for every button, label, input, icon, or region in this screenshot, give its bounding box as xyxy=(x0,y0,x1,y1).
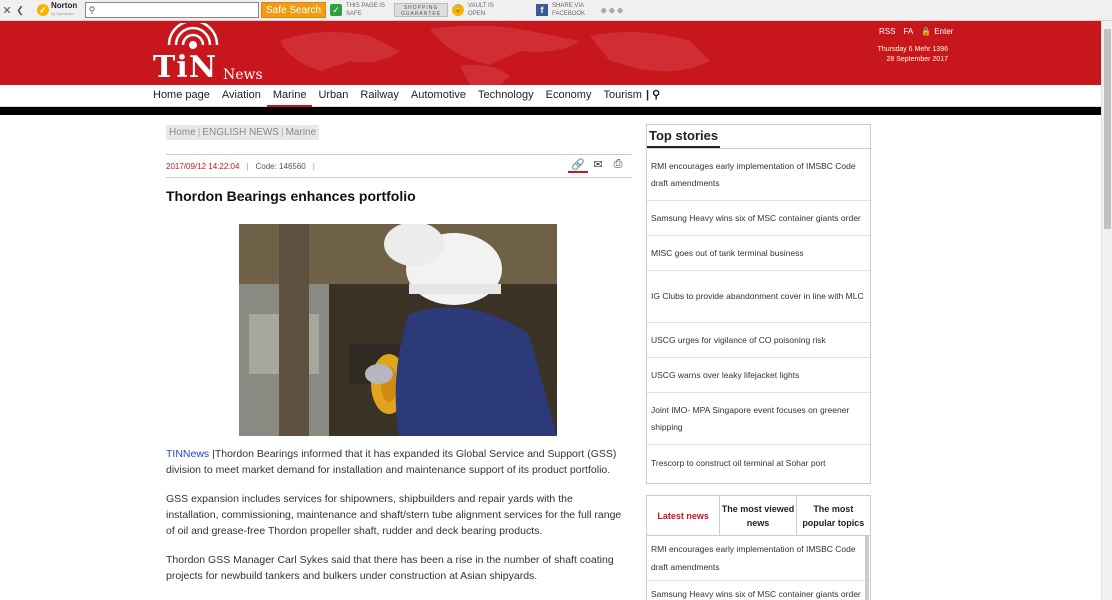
norton-check-icon: ✓ xyxy=(37,4,49,16)
top-story-item[interactable]: USCG warns over leaky lifejacket lights xyxy=(647,358,870,393)
safe-search-button[interactable]: Safe Search xyxy=(261,2,327,18)
article-body: TINNews |Thordon Bearings informed that … xyxy=(166,446,626,597)
nav-tourism[interactable]: Tourism xyxy=(597,85,644,107)
date-persian: Thursday 6 Mehr 1396 xyxy=(877,46,948,53)
search-icon: ⚲ xyxy=(88,4,96,15)
news-tabs-panel: Latest news The most viewed news The mos… xyxy=(646,495,871,600)
main-navigation: Home page Aviation Marine Urban Railway … xyxy=(0,85,1101,107)
world-map-decoration xyxy=(280,25,710,85)
article-paragraph: Thordon GSS Manager Carl Sykes said that… xyxy=(166,554,614,582)
vault-lock-icon[interactable]: 🔓 xyxy=(452,4,465,16)
top-story-item[interactable]: USCG urges for vigilance of CO poisoning… xyxy=(647,323,870,358)
tabs-scrollbar[interactable] xyxy=(865,536,869,600)
source-link[interactable]: TINNews xyxy=(166,448,209,460)
breadcrumb-home[interactable]: Home xyxy=(169,127,196,138)
lock-icon: 🔒 xyxy=(921,27,932,36)
nav-automotive[interactable]: Automotive xyxy=(405,85,472,107)
header-links: RSS FA 🔒 Enter xyxy=(879,27,961,36)
date-gregorian: 28 September 2017 xyxy=(886,56,949,63)
nav-railway[interactable]: Railway xyxy=(354,85,405,107)
fa-language-link[interactable]: FA xyxy=(903,27,913,36)
toolbar-search-box: ⚲ xyxy=(85,2,259,18)
toolbar-search-input[interactable] xyxy=(98,3,258,17)
top-stories-title: Top stories xyxy=(647,125,721,148)
article-datetime: 2017/09/12 14:22:04 xyxy=(166,161,240,171)
print-icon[interactable]: ⎙ xyxy=(608,158,628,173)
more-options-icon[interactable]: ●●● xyxy=(600,3,625,17)
page-scrollbar[interactable] xyxy=(1101,21,1112,600)
logo-news-text: News xyxy=(223,67,263,83)
article-paragraph: TINNews |Thordon Bearings informed that … xyxy=(166,448,617,476)
article-title: Thordon Bearings enhances portfolio xyxy=(166,188,416,204)
rss-link[interactable]: RSS xyxy=(879,27,895,36)
article-meta: 2017/09/12 14:22:04 | Code: 146560 | 🔗 ✉… xyxy=(166,154,632,178)
tab-most-popular[interactable]: The most popular topics xyxy=(797,496,870,535)
email-icon[interactable]: ✉ xyxy=(588,158,608,173)
facebook-icon[interactable]: f xyxy=(536,4,549,16)
norton-toolbar: ✕ ❮ ✓ Norton by Symantec ⚲ Safe Search ✓ … xyxy=(0,0,1112,21)
page-safe-label[interactable]: THIS PAGE IS SAFE xyxy=(346,2,388,18)
header-date: Thursday 6 Mehr 1396 28 September 2017 xyxy=(878,45,948,65)
article-code: Code: 146560 xyxy=(255,161,306,171)
norton-brand-sub: by Symantec xyxy=(51,11,75,16)
shopping-guarantee-badge[interactable]: SHOPPING GUARANTEE xyxy=(394,3,449,17)
site-header: TiN News RSS FA 🔒 Enter Thursday 6 Mehr … xyxy=(0,21,1101,85)
nav-technology[interactable]: Technology xyxy=(472,85,540,107)
collapse-icon[interactable]: ❮ xyxy=(13,5,27,16)
scrollbar-thumb[interactable] xyxy=(1104,29,1111,229)
latest-news-item[interactable]: RMI encourages early implementation of I… xyxy=(647,536,870,581)
nav-home[interactable]: Home page xyxy=(147,85,216,107)
nav-urban[interactable]: Urban xyxy=(312,85,354,107)
share-facebook-label[interactable]: SHARE VIA FACEBOOK xyxy=(552,2,594,18)
top-story-item[interactable]: MISC goes out of tank terminal business xyxy=(647,236,870,271)
tab-latest-news[interactable]: Latest news xyxy=(647,496,721,535)
top-story-item[interactable]: Joint IMO- MPA Singapore event focuses o… xyxy=(647,393,870,445)
header-divider xyxy=(0,107,1101,115)
page-safe-icon[interactable]: ✓ xyxy=(330,4,343,16)
nav-search-icon[interactable]: | ⚲ xyxy=(644,85,666,107)
article-photo xyxy=(239,224,557,436)
article-paragraph: GSS expansion includes services for ship… xyxy=(166,493,622,537)
latest-news-item[interactable]: Samsung Heavy wins six of MSC container … xyxy=(647,581,870,600)
breadcrumb: Home | ENGLISH NEWS | Marine xyxy=(166,125,320,140)
enter-link[interactable]: Enter xyxy=(934,27,953,36)
norton-brand: Norton xyxy=(51,1,78,10)
breadcrumb-marine[interactable]: Marine xyxy=(286,127,317,138)
nav-marine[interactable]: Marine xyxy=(266,85,313,107)
breadcrumb-english-news[interactable]: ENGLISH NEWS xyxy=(202,127,279,138)
nav-economy[interactable]: Economy xyxy=(540,85,598,107)
tab-most-viewed[interactable]: The most viewed news xyxy=(720,496,797,535)
top-story-item[interactable]: Trescorp to construct oil terminal at So… xyxy=(647,445,870,481)
nav-aviation[interactable]: Aviation xyxy=(216,85,267,107)
site-logo[interactable]: TiN News xyxy=(153,23,263,85)
top-story-item[interactable]: IG Clubs to provide abandonment cover in… xyxy=(647,271,870,323)
top-story-item[interactable]: RMI encourages early implementation of I… xyxy=(647,149,870,201)
top-story-item[interactable]: Samsung Heavy wins six of MSC container … xyxy=(647,201,870,236)
top-stories-panel: Top stories RMI encourages early impleme… xyxy=(646,124,871,484)
logo-tin-text: TiN xyxy=(153,50,218,85)
vault-label[interactable]: VAULT IS OPEN xyxy=(468,2,510,18)
link-icon[interactable]: 🔗 xyxy=(568,158,588,173)
norton-logo[interactable]: ✓ Norton by Symantec xyxy=(37,2,83,18)
close-toolbar-icon[interactable]: ✕ xyxy=(1,4,13,17)
